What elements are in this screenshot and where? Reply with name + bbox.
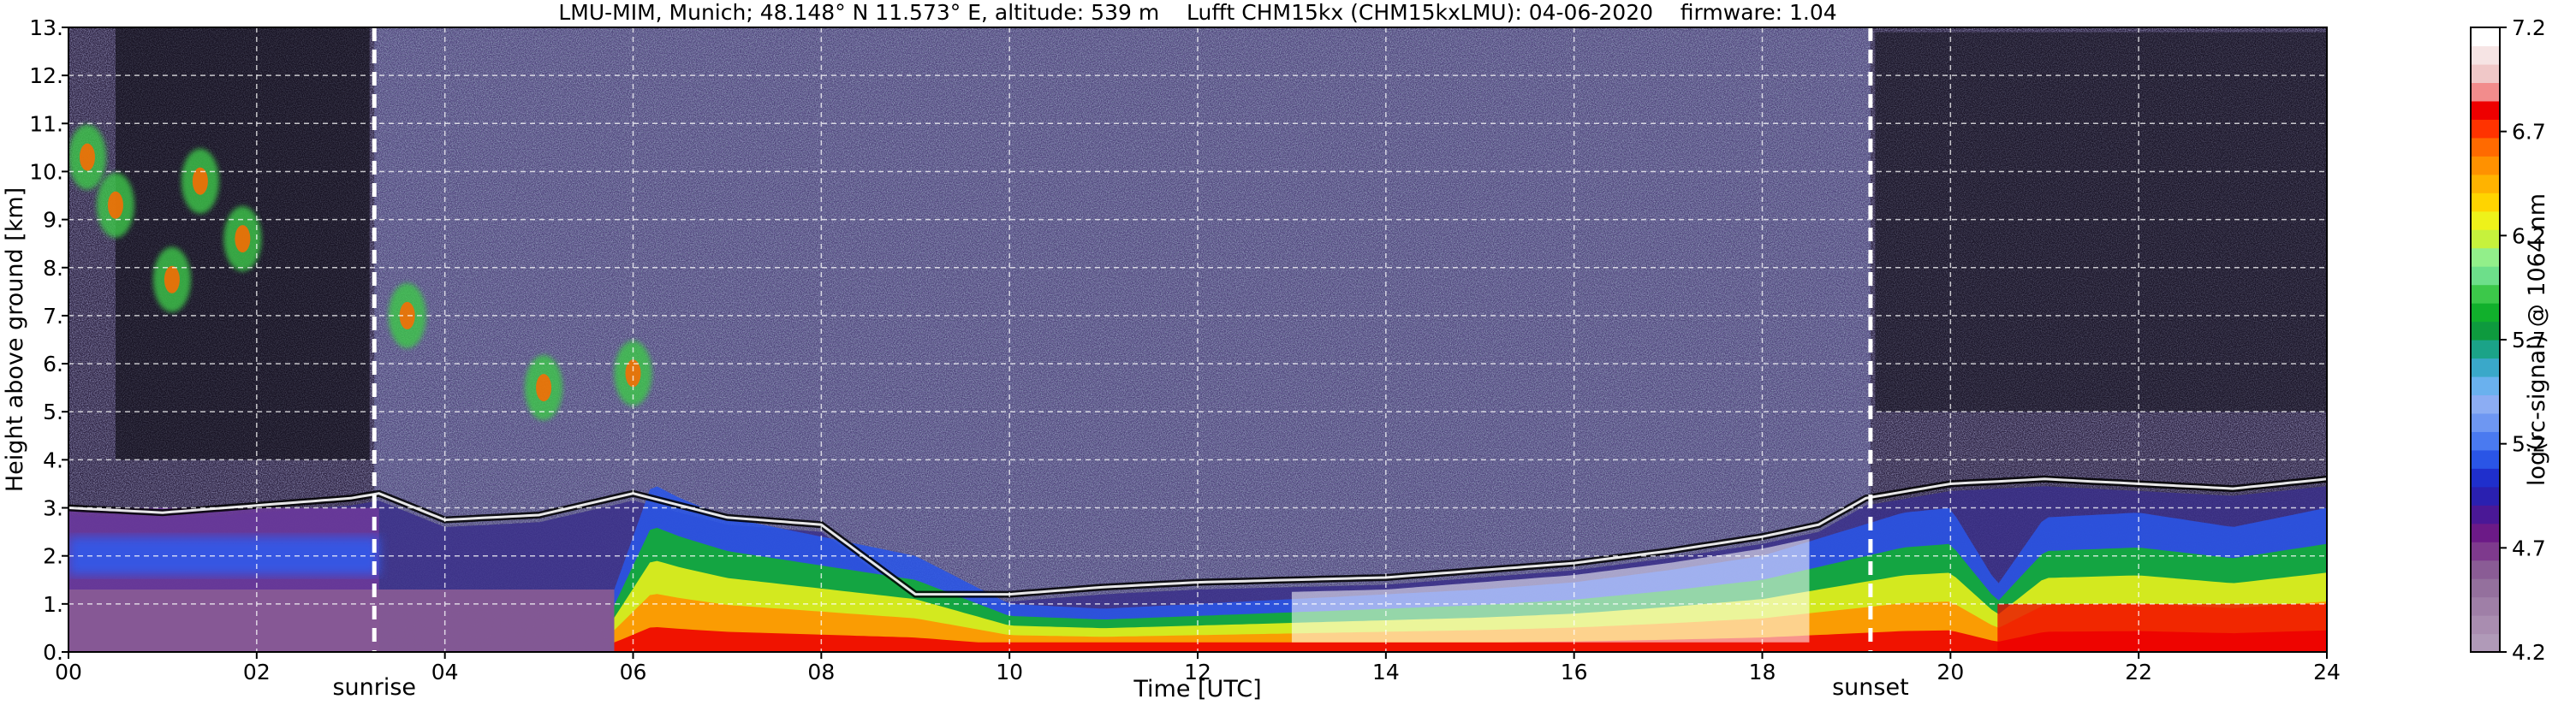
y-tick-label: 4. (43, 447, 63, 472)
colorbar-tick-label: 4.7 (2512, 536, 2546, 560)
y-tick-label: 3. (43, 496, 63, 521)
x-tick-label: 16 (1561, 660, 1588, 684)
colorbar-swatch (2471, 100, 2500, 120)
colorbar-swatch (2471, 119, 2500, 139)
colorbar-swatch (2471, 596, 2500, 616)
colorbar-swatch (2471, 45, 2500, 65)
colorbar-swatch (2471, 578, 2500, 598)
y-tick-label: 8. (43, 256, 63, 281)
cloud-core (164, 265, 180, 293)
y-tick-label: 5. (43, 400, 63, 424)
colorbar-swatch (2471, 229, 2500, 249)
colorbar-swatch (2471, 523, 2500, 542)
colorbar-swatch (2471, 505, 2500, 524)
colorbar-swatch (2471, 284, 2500, 304)
x-tick-label: 04 (431, 660, 459, 684)
y-tick-label: 0. (43, 640, 63, 665)
colorbar-tick-label: 7.2 (2512, 15, 2546, 40)
colorbar-swatch (2471, 63, 2500, 84)
y-tick-label: 1. (43, 592, 63, 617)
colorbar-label: log(rc-signal) @ 1064 nm (2524, 193, 2550, 486)
colorbar-swatch (2471, 193, 2500, 212)
chart-root: 00 02 04 06 08 10 12 14 16 18 20 22 24 0. 1. 2. 3. 4. 5. 6.… (0, 0, 2576, 707)
colorbar-swatch (2471, 615, 2500, 635)
colorbar-tick-label: 4.2 (2512, 640, 2546, 665)
night-surface-layer (1997, 603, 2327, 652)
x-tick-label: 24 (2313, 660, 2341, 684)
cloud-core (235, 225, 251, 253)
y-tick-label: 13. (29, 15, 63, 40)
lidar-ceilometer-chart: 00 02 04 06 08 10 12 14 16 18 20 22 240.1.2.3.4.5.6.… (2, 0, 2550, 702)
colorbar-swatch (2471, 358, 2500, 377)
cloud-core (536, 374, 552, 402)
chart-title: LMU-MIM, Munich; 48.148° N 11.573° E, al… (558, 0, 1836, 25)
y-axis-label: Height above ground [km] (2, 187, 28, 492)
colorbar-swatch (2471, 156, 2500, 175)
colorbar-swatch (2471, 303, 2500, 323)
colorbar-swatch (2471, 431, 2500, 451)
colorbar-swatch (2471, 27, 2500, 47)
colorbar-swatch (2471, 321, 2500, 341)
surface-layer (68, 590, 615, 652)
y-tick-label: 6. (43, 352, 63, 376)
colorbar-swatch (2471, 560, 2500, 579)
colorbar-tick-label: 6.7 (2512, 120, 2546, 145)
x-tick-label: 18 (1749, 660, 1776, 684)
colorbar-swatch (2471, 449, 2500, 469)
colorbar-swatch (2471, 266, 2500, 286)
x-tick-label: 08 (807, 660, 835, 684)
x-tick-label: 14 (1372, 660, 1400, 684)
colorbar-swatch (2471, 137, 2500, 157)
y-tick-label: 12. (29, 63, 63, 88)
colorbar-swatch (2471, 210, 2500, 230)
x-axis-label: Time [UTC] (1133, 676, 1261, 702)
sunrise-label: sunrise (332, 674, 416, 701)
x-tick-label: 02 (243, 660, 271, 684)
y-tick-label: 11. (29, 111, 63, 136)
sunset-label: sunset (1832, 674, 1909, 701)
y-tick-label: 2. (43, 544, 63, 569)
colorbar-swatch (2471, 376, 2500, 396)
colorbar-swatch (2471, 542, 2500, 561)
colorbar-swatch (2471, 468, 2500, 488)
cloud-core (107, 191, 123, 219)
x-tick-label: 20 (1936, 660, 1964, 684)
x-tick-label: 22 (2125, 660, 2152, 684)
colorbar-swatch (2471, 394, 2500, 414)
x-tick-label: 10 (996, 660, 1023, 684)
colorbar-swatch (2471, 633, 2500, 653)
x-tick-label: 06 (620, 660, 647, 684)
y-tick-label: 7. (43, 304, 63, 329)
colorbar-swatch (2471, 340, 2500, 359)
y-tick-label: 10. (29, 159, 63, 184)
y-tick-label: 9. (43, 208, 63, 233)
colorbar-swatch (2471, 412, 2500, 432)
colorbar-swatch (2471, 486, 2500, 506)
cloud-core (79, 143, 95, 171)
colorbar-swatch (2471, 247, 2500, 267)
night-gap (1875, 32, 2327, 412)
plot-area (68, 27, 2328, 653)
colorbar-swatch (2471, 82, 2500, 102)
colorbar-swatch (2471, 174, 2500, 193)
